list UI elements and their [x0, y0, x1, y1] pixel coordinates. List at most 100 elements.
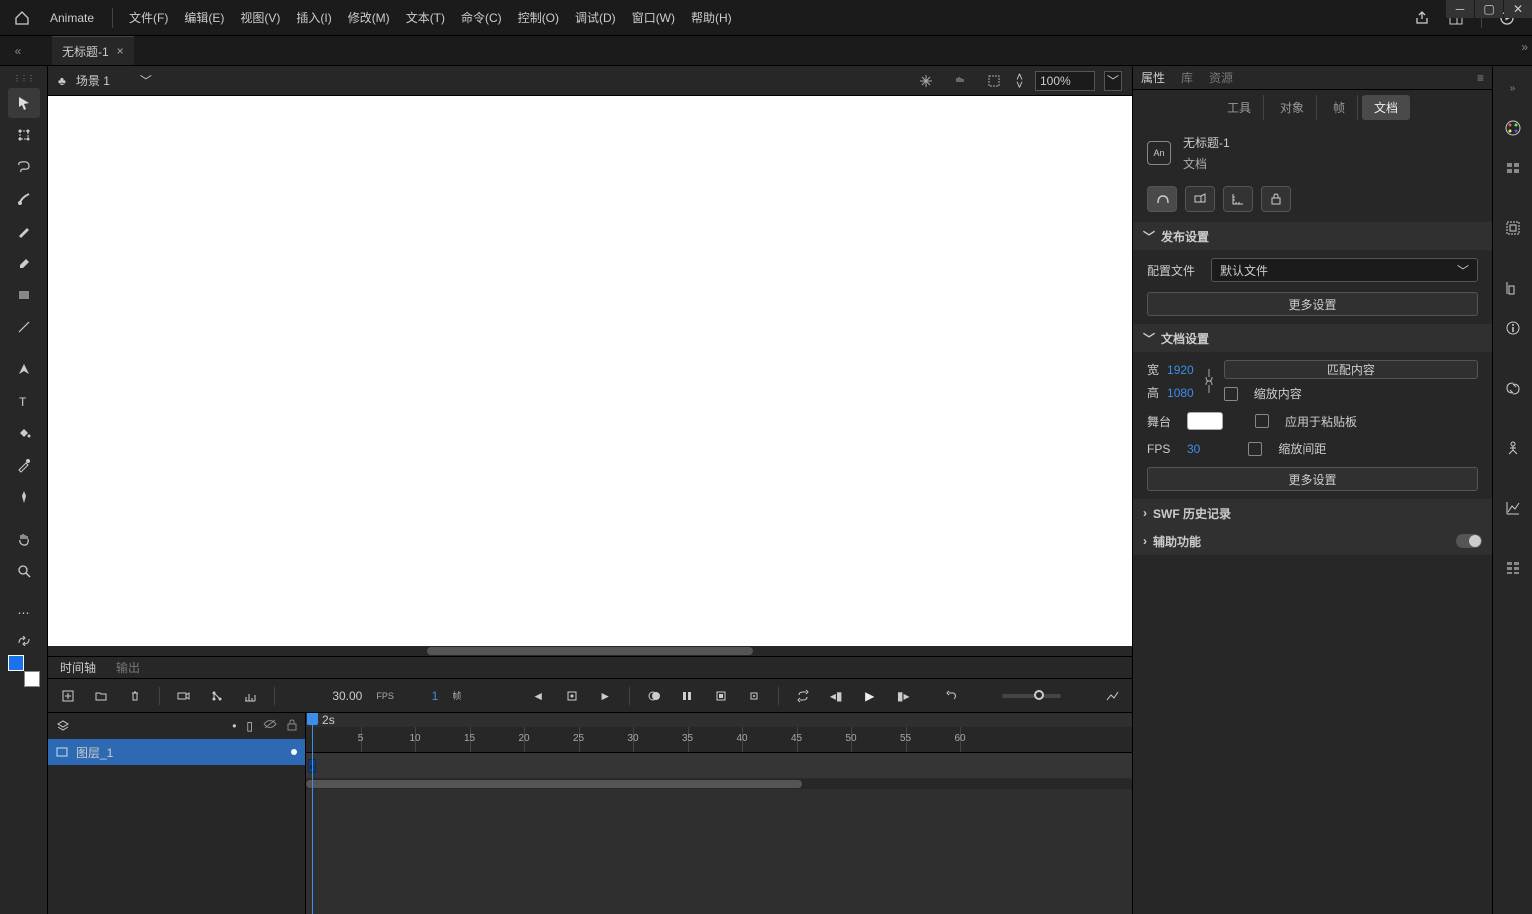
brush-tool[interactable] — [8, 216, 40, 246]
layer-row[interactable]: 图层_1 — [48, 739, 305, 765]
scope-frame[interactable]: 帧 — [1321, 95, 1358, 120]
zoom-tool[interactable] — [8, 556, 40, 586]
timeline-ruler[interactable]: 51015202530354045505560 — [306, 727, 1132, 753]
layers-icon[interactable] — [56, 719, 70, 733]
match-content-button[interactable]: 匹配内容 — [1224, 360, 1478, 379]
transform-panel-icon[interactable] — [1501, 276, 1525, 300]
rectangle-tool[interactable] — [8, 280, 40, 310]
scope-document[interactable]: 文档 — [1362, 95, 1410, 120]
components-panel-icon[interactable] — [1501, 556, 1525, 580]
scope-tool[interactable]: 工具 — [1215, 95, 1264, 120]
panel-menu-icon[interactable]: ≡ — [1477, 71, 1484, 85]
stroke-color-swatch[interactable] — [8, 655, 24, 671]
pin-tool[interactable] — [8, 482, 40, 512]
keyframe-next-icon[interactable]: ► — [595, 686, 615, 706]
scope-object[interactable]: 对象 — [1268, 95, 1317, 120]
library-tab[interactable]: 库 — [1181, 69, 1193, 86]
pen-tool[interactable] — [8, 354, 40, 384]
paint-bucket-tool[interactable] — [8, 418, 40, 448]
fluid-brush-tool[interactable] — [8, 184, 40, 214]
layer-depth-icon[interactable] — [241, 686, 261, 706]
profile-select[interactable]: 默认文件﹀ — [1211, 258, 1478, 282]
layer-parenting-icon[interactable] — [207, 686, 227, 706]
mode-advanced-icon[interactable] — [1185, 186, 1215, 212]
accessibility-toggle[interactable] — [1456, 534, 1482, 548]
current-frame-label[interactable]: 1 — [432, 689, 439, 703]
zoom-input[interactable]: 100% — [1035, 71, 1095, 91]
scene-label[interactable]: 场景 1 — [76, 72, 110, 89]
home-button[interactable] — [8, 4, 36, 32]
apply-pasteboard-checkbox[interactable]: 应用于粘贴板 — [1255, 413, 1357, 430]
eyedropper-tool[interactable] — [8, 450, 40, 480]
menu-control[interactable]: 控制(O) — [510, 3, 567, 32]
document-settings-header[interactable]: ﹀文档设置 — [1133, 324, 1492, 352]
window-maximize-button[interactable]: ▢ — [1475, 0, 1503, 18]
history-panel-icon[interactable] — [1501, 376, 1525, 400]
insert-keyframe-icon[interactable] — [562, 686, 582, 706]
window-minimize-button[interactable]: ─ — [1446, 0, 1474, 18]
delete-layer-icon[interactable] — [125, 686, 145, 706]
fps-value-label[interactable]: 30.00 — [332, 689, 362, 703]
lock-header-icon[interactable] — [287, 719, 297, 733]
height-input[interactable]: 1080 — [1167, 386, 1194, 400]
lasso-tool[interactable] — [8, 152, 40, 182]
clip-stage-icon[interactable] — [982, 69, 1006, 93]
outline-layers-icon[interactable]: ▯ — [246, 719, 253, 733]
document-tab[interactable]: 无标题-1 × — [52, 36, 134, 65]
assets-tab[interactable]: 资源 — [1209, 69, 1233, 86]
align-panel-icon[interactable] — [1501, 216, 1525, 240]
scale-content-checkbox[interactable]: 缩放内容 — [1224, 385, 1478, 402]
collapse-left-icon[interactable]: « — [12, 36, 24, 65]
menu-view[interactable]: 视图(V) — [232, 3, 288, 32]
graph-panel-icon[interactable] — [1501, 496, 1525, 520]
center-stage-icon[interactable] — [914, 69, 938, 93]
add-folder-icon[interactable] — [92, 686, 112, 706]
eraser-tool[interactable] — [8, 248, 40, 278]
keyframe-prev-icon[interactable]: ◄ — [528, 686, 548, 706]
track-row[interactable] — [306, 753, 1132, 779]
properties-tab[interactable]: 属性 — [1141, 69, 1165, 86]
camera-icon[interactable] — [174, 686, 194, 706]
undo-icon[interactable] — [941, 686, 961, 706]
close-tab-icon[interactable]: × — [117, 44, 124, 58]
menu-text[interactable]: 文本(T) — [398, 3, 453, 32]
fit-timeline-icon[interactable] — [1102, 686, 1122, 706]
rigging-panel-icon[interactable] — [1501, 436, 1525, 460]
center-frame-icon[interactable] — [744, 686, 764, 706]
color-panel-icon[interactable] — [1501, 116, 1525, 140]
scene-dropdown-icon[interactable]: ﹀ — [140, 72, 152, 89]
selection-tool[interactable] — [8, 88, 40, 118]
window-close-button[interactable]: ✕ — [1504, 0, 1532, 18]
menu-modify[interactable]: 修改(M) — [340, 3, 398, 32]
color-swatches[interactable] — [8, 655, 40, 687]
stage-color-swatch[interactable] — [1187, 412, 1223, 430]
publish-settings-header[interactable]: ﹀发布设置 — [1133, 222, 1492, 250]
zoom-stepper[interactable]: ˄˅ — [1016, 73, 1023, 89]
fps-input[interactable]: 30 — [1187, 442, 1200, 456]
swap-colors-icon[interactable] — [8, 634, 40, 648]
width-input[interactable]: 1920 — [1167, 363, 1194, 377]
step-forward-icon[interactable]: ▮▸ — [893, 686, 913, 706]
play-button[interactable]: ▶ — [860, 686, 880, 706]
menu-window[interactable]: 窗口(W) — [624, 3, 683, 32]
menu-edit[interactable]: 编辑(E) — [176, 3, 232, 32]
mode-ruler-icon[interactable] — [1223, 186, 1253, 212]
mode-lock-icon[interactable] — [1261, 186, 1291, 212]
line-tool[interactable] — [8, 312, 40, 342]
link-dimensions-icon[interactable] — [1204, 367, 1214, 395]
swf-history-header[interactable]: ›SWF 历史记录 — [1133, 499, 1492, 527]
edit-multiple-frames-icon[interactable] — [677, 686, 697, 706]
docset-more-button[interactable]: 更多设置 — [1147, 467, 1478, 491]
share-button[interactable] — [1405, 4, 1439, 32]
hand-tool[interactable] — [8, 524, 40, 554]
stage-canvas[interactable] — [48, 96, 1132, 656]
add-layer-icon[interactable] — [58, 686, 78, 706]
rotate-stage-icon[interactable] — [948, 69, 972, 93]
collapse-right-panel-icon[interactable]: » — [1501, 76, 1525, 100]
publish-more-button[interactable]: 更多设置 — [1147, 292, 1478, 316]
zoom-dropdown[interactable]: ﹀ — [1104, 71, 1122, 91]
stage-hscrollbar[interactable] — [48, 646, 1132, 656]
swatches-panel-icon[interactable] — [1501, 156, 1525, 180]
output-tab[interactable]: 输出 — [112, 657, 144, 678]
onion-skin-icon[interactable] — [644, 686, 664, 706]
